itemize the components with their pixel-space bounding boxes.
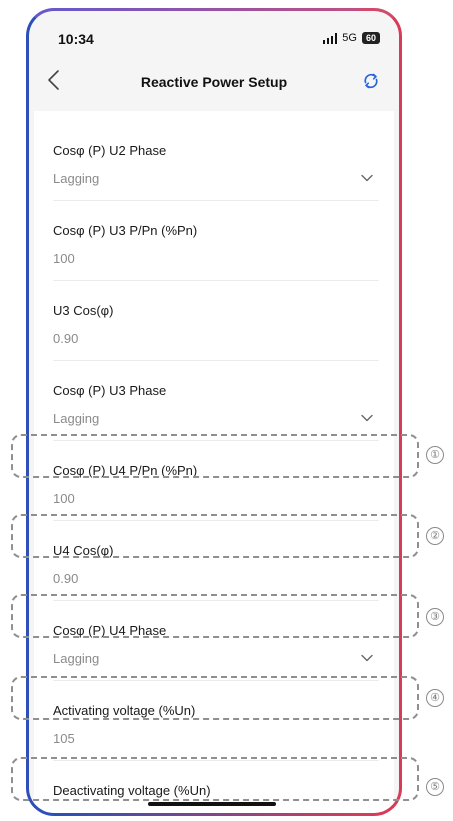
field-value: 0.90 — [53, 571, 79, 586]
battery-icon: 60 — [361, 32, 380, 44]
field-label: Cosφ (P) U2 Phase — [53, 143, 167, 158]
field-u2-phase[interactable]: Cosφ (P) U2 Phase Lagging — [53, 121, 379, 201]
field-u3-phase[interactable]: Cosφ (P) U3 Phase Lagging — [53, 361, 379, 441]
callout-marker: ④ — [426, 689, 444, 707]
callout-marker: ③ — [426, 608, 444, 626]
callout-box — [11, 594, 419, 638]
field-value: Lagging — [53, 651, 100, 666]
field-label: U3 Cos(φ) — [53, 303, 114, 318]
status-time: 10:34 — [58, 31, 94, 47]
refresh-icon[interactable] — [362, 72, 380, 90]
callout-box — [11, 757, 419, 801]
home-indicator — [148, 802, 276, 806]
callout-box — [11, 514, 419, 558]
field-value: 100 — [53, 811, 75, 816]
signal-icon — [322, 32, 338, 44]
field-label: Cosφ (P) U3 P/Pn (%Pn) — [53, 223, 198, 238]
callout-box — [11, 434, 419, 478]
page-title: Reactive Power Setup — [140, 74, 288, 90]
field-value: Lagging — [53, 171, 100, 186]
status-icons: 5G 60 — [322, 32, 380, 44]
chevron-down-icon — [361, 174, 373, 182]
field-u3-cos[interactable]: U3 Cos(φ) 0.90 — [53, 281, 379, 361]
field-value: 105 — [53, 731, 75, 746]
callout-box — [11, 676, 419, 720]
callout-marker: ② — [426, 527, 444, 545]
nav-bar: Reactive Power Setup — [26, 58, 402, 104]
callout-marker: ⑤ — [426, 778, 444, 796]
field-value: 0.90 — [53, 331, 79, 346]
field-value: Lagging — [53, 411, 100, 426]
field-value: 100 — [53, 491, 75, 506]
network-type: 5G — [342, 32, 357, 44]
field-value: 100 — [53, 251, 75, 266]
field-label: Cosφ (P) U3 Phase — [53, 383, 167, 398]
chevron-down-icon — [361, 414, 373, 422]
field-u3-ppn[interactable]: Cosφ (P) U3 P/Pn (%Pn) 100 — [53, 201, 379, 281]
chevron-down-icon — [361, 654, 373, 662]
callout-marker: ① — [426, 446, 444, 464]
status-bar: 10:34 5G 60 — [26, 8, 402, 58]
